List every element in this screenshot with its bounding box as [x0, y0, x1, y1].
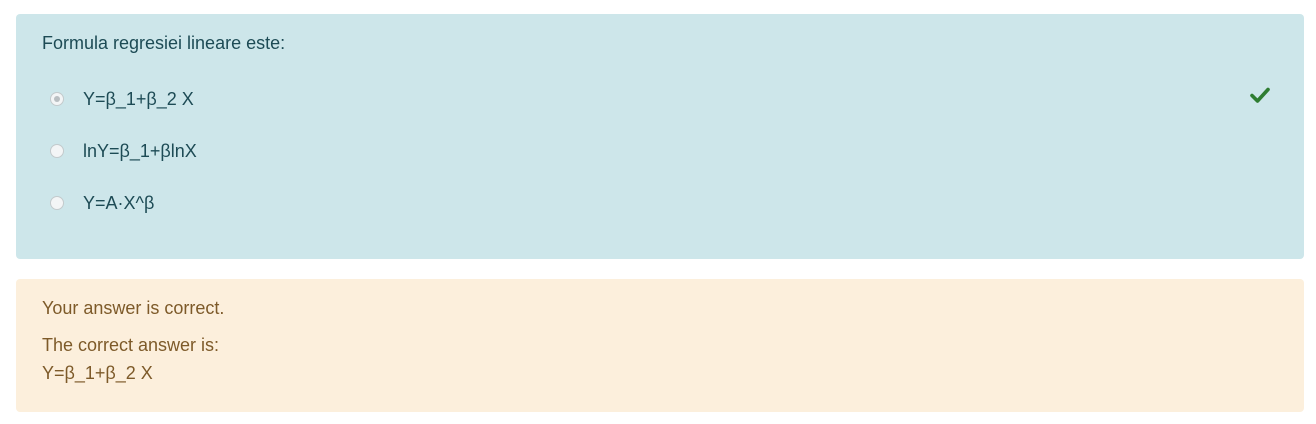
answer-option-1[interactable]: Y=β_1+β_2 X: [50, 84, 197, 114]
answer-option-3[interactable]: Y=A·X^β: [50, 188, 197, 218]
feedback-result: Your answer is correct.: [42, 298, 225, 318]
question-text: Formula regresiei lineare este:: [42, 33, 286, 53]
radio-icon[interactable]: [50, 144, 64, 158]
answer-option-2[interactable]: lnY=β_1+βlnX: [50, 136, 197, 166]
answer-label-3: Y=A·X^β: [83, 192, 155, 213]
radio-icon[interactable]: [50, 196, 64, 210]
feedback-panel: Your answer is correct. The correct answ…: [16, 279, 1304, 412]
correct-answer-heading: The correct answer is:: [42, 335, 220, 355]
answer-label-1: Y=β_1+β_2 X: [83, 88, 194, 109]
radio-selected-icon[interactable]: [50, 92, 64, 106]
check-icon: [1250, 87, 1270, 103]
correct-answer-value: Y=β_1+β_2 X: [42, 363, 153, 383]
answer-list: Y=β_1+β_2 X lnY=β_1+βlnX Y=A·X^β: [50, 84, 197, 240]
question-panel: Formula regresiei lineare este: Y=β_1+β_…: [16, 14, 1304, 259]
answer-label-2: lnY=β_1+βlnX: [83, 140, 197, 161]
